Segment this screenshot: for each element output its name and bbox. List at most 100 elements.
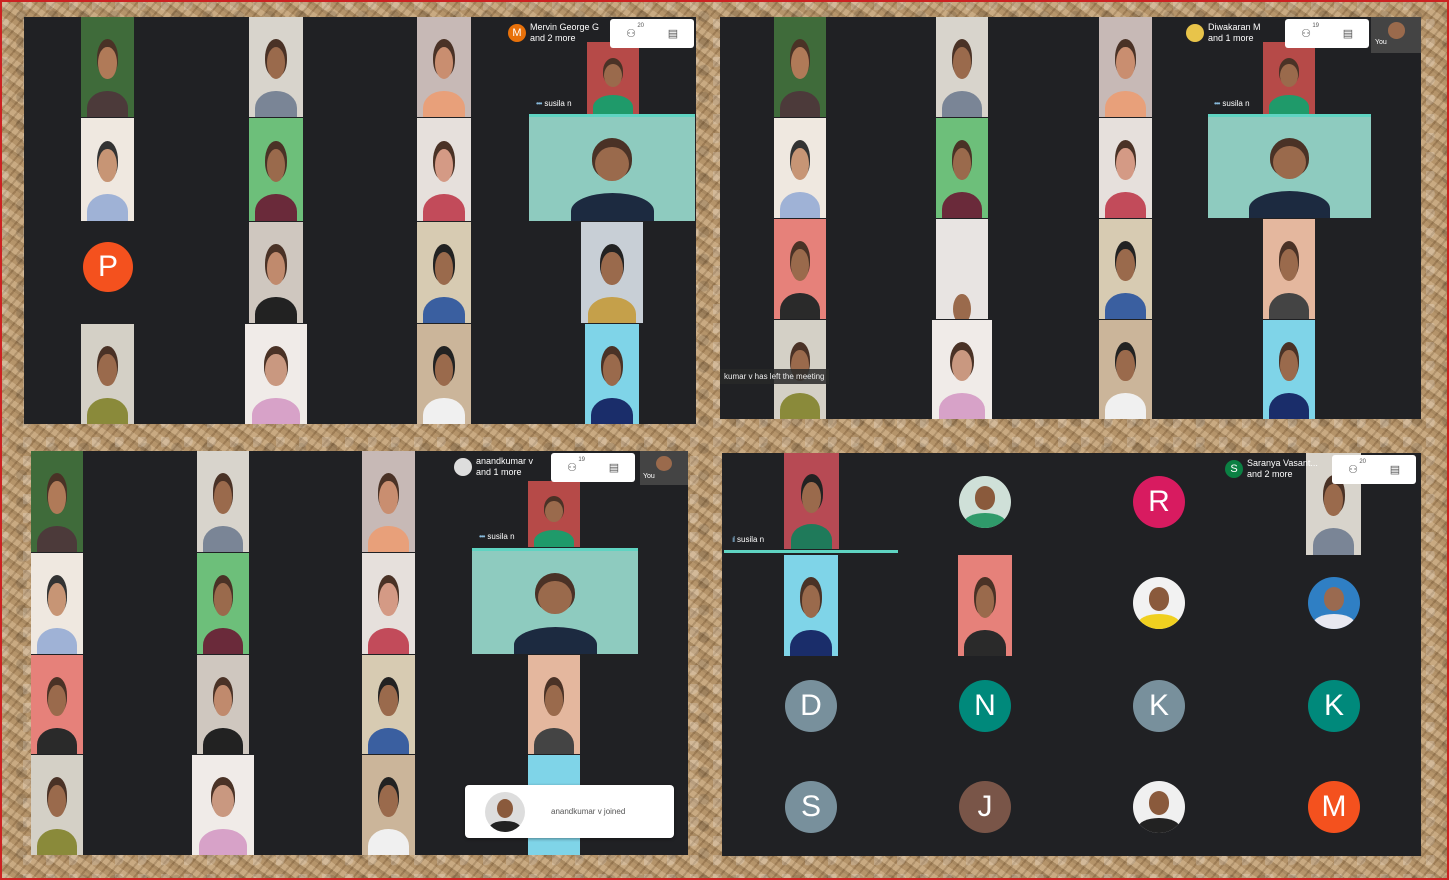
participant-avatar[interactable]: R bbox=[1133, 476, 1185, 528]
video-tile[interactable] bbox=[1099, 118, 1152, 218]
participant-avatar[interactable]: S bbox=[785, 781, 837, 833]
participant-avatar[interactable]: D bbox=[785, 680, 837, 732]
presenter-chip[interactable]: S Saranya Vasant... and 2 more bbox=[1225, 458, 1318, 480]
video-tile[interactable] bbox=[936, 219, 988, 319]
video-tile[interactable] bbox=[932, 320, 992, 419]
meet-panel-bottom-right: ıl susila n R D N K K S J M S Saranya Vas… bbox=[722, 453, 1421, 856]
speaker-name: susila n bbox=[737, 535, 765, 544]
video-tile[interactable] bbox=[81, 118, 134, 221]
participant-avatar[interactable]: N bbox=[959, 680, 1011, 732]
video-tile[interactable] bbox=[417, 17, 471, 117]
video-tile[interactable] bbox=[362, 655, 415, 754]
video-tile[interactable] bbox=[81, 17, 134, 117]
participant-avatar[interactable] bbox=[959, 476, 1011, 528]
meeting-toolbar: ⚇ 19 ▤ bbox=[551, 453, 635, 482]
video-tile[interactable] bbox=[587, 42, 639, 114]
video-tile-pinned[interactable] bbox=[472, 550, 638, 654]
video-tile[interactable] bbox=[585, 324, 639, 424]
video-tile[interactable] bbox=[528, 481, 580, 547]
participants-count: 19 bbox=[1312, 22, 1319, 29]
video-tile[interactable] bbox=[31, 755, 83, 855]
people-icon[interactable]: ⚇ 19 bbox=[565, 457, 585, 475]
chat-icon[interactable]: ▤ bbox=[1388, 464, 1402, 476]
video-tile[interactable] bbox=[249, 17, 303, 117]
video-tile[interactable] bbox=[1099, 17, 1152, 117]
participant-avatar[interactable]: K bbox=[1308, 680, 1360, 732]
video-tile[interactable] bbox=[417, 118, 471, 221]
speaker-label: ••• susila n bbox=[1214, 99, 1250, 108]
active-speaker-bar bbox=[724, 550, 898, 553]
video-tile[interactable] bbox=[528, 655, 580, 754]
meet-panel-top-right: ••• susila n kumar v has left the meeting… bbox=[720, 17, 1421, 419]
video-tile[interactable] bbox=[774, 118, 826, 218]
video-tile[interactable] bbox=[581, 222, 643, 323]
join-notification[interactable]: anandkumar v joined bbox=[465, 785, 674, 838]
video-tile[interactable] bbox=[31, 655, 83, 754]
meet-panel-top-left: ••• susila n P M Mervin George Gand 2 mor… bbox=[24, 17, 696, 424]
presenter-chip[interactable]: anandkumar v and 1 more bbox=[454, 456, 533, 478]
video-tile-pinned[interactable] bbox=[529, 115, 695, 221]
video-tile[interactable] bbox=[417, 324, 471, 424]
video-tile[interactable] bbox=[1263, 320, 1315, 419]
audio-bars-icon: ıl bbox=[732, 535, 735, 544]
presenter-name: Saranya Vasant... bbox=[1247, 458, 1318, 468]
presenter-more: and 1 more bbox=[1208, 33, 1254, 43]
presenter-chip[interactable]: M Mervin George Gand 2 more bbox=[508, 22, 599, 44]
video-tile[interactable] bbox=[1099, 219, 1152, 319]
video-tile[interactable] bbox=[784, 555, 838, 656]
video-tile[interactable] bbox=[197, 451, 249, 552]
video-tile[interactable] bbox=[31, 553, 83, 654]
participant-avatar[interactable]: P bbox=[83, 242, 133, 292]
audio-bars-icon: ••• bbox=[1214, 99, 1220, 108]
speaker-label: ••• susila n bbox=[536, 99, 572, 108]
active-speaker-bar bbox=[529, 114, 695, 117]
video-tile[interactable] bbox=[362, 451, 415, 552]
people-icon[interactable]: ⚇ 20 bbox=[1346, 459, 1366, 477]
video-tile[interactable] bbox=[774, 17, 826, 117]
video-tile[interactable] bbox=[245, 324, 307, 424]
video-tile-pinned[interactable] bbox=[1208, 115, 1371, 218]
presenter-text: Saranya Vasant... and 2 more bbox=[1247, 458, 1318, 480]
participant-avatar[interactable]: K bbox=[1133, 680, 1185, 732]
chat-icon[interactable]: ▤ bbox=[607, 462, 621, 474]
video-tile[interactable] bbox=[1371, 17, 1421, 53]
participant-avatar[interactable] bbox=[1133, 781, 1185, 833]
video-tile[interactable] bbox=[192, 755, 254, 855]
people-icon[interactable]: ⚇ 20 bbox=[624, 23, 644, 41]
video-tile[interactable] bbox=[249, 222, 303, 323]
speaker-name: susila n bbox=[1222, 99, 1250, 108]
video-tile[interactable] bbox=[784, 453, 839, 549]
presenter-name: Diwakaran M bbox=[1208, 22, 1261, 32]
participant-avatar[interactable]: J bbox=[959, 781, 1011, 833]
video-tile[interactable] bbox=[362, 553, 415, 654]
video-tile[interactable] bbox=[197, 553, 249, 654]
participants-count: 20 bbox=[637, 22, 644, 29]
meeting-toolbar: ⚇ 19 ▤ bbox=[1285, 19, 1369, 48]
video-tile[interactable] bbox=[31, 451, 83, 552]
active-speaker-bar bbox=[472, 548, 638, 551]
chat-icon[interactable]: ▤ bbox=[1341, 28, 1355, 40]
video-tile[interactable] bbox=[1099, 320, 1152, 419]
video-tile[interactable] bbox=[1263, 219, 1315, 319]
active-speaker-bar bbox=[1208, 114, 1371, 117]
presenter-chip[interactable]: Diwakaran Mand 1 more bbox=[1186, 22, 1261, 44]
video-tile[interactable] bbox=[936, 118, 988, 218]
participants-count: 19 bbox=[578, 456, 585, 463]
chat-icon[interactable]: ▤ bbox=[666, 28, 680, 40]
participant-avatar[interactable] bbox=[1308, 577, 1360, 629]
video-tile[interactable] bbox=[81, 324, 134, 424]
presenter-more: and 2 more bbox=[530, 33, 576, 43]
video-tile[interactable] bbox=[774, 219, 826, 319]
video-tile[interactable] bbox=[417, 222, 471, 323]
participant-avatar[interactable] bbox=[1133, 577, 1185, 629]
video-tile[interactable] bbox=[197, 655, 249, 754]
video-tile[interactable] bbox=[958, 555, 1012, 656]
people-icon[interactable]: ⚇ 19 bbox=[1299, 23, 1319, 41]
video-tile[interactable] bbox=[936, 17, 988, 117]
presenter-text: Diwakaran Mand 1 more bbox=[1208, 22, 1261, 44]
video-tile[interactable] bbox=[1263, 42, 1315, 114]
video-tile[interactable] bbox=[249, 118, 303, 221]
presenter-text: Mervin George Gand 2 more bbox=[530, 22, 599, 44]
participant-avatar[interactable]: M bbox=[1308, 781, 1360, 833]
video-tile[interactable] bbox=[362, 755, 415, 855]
